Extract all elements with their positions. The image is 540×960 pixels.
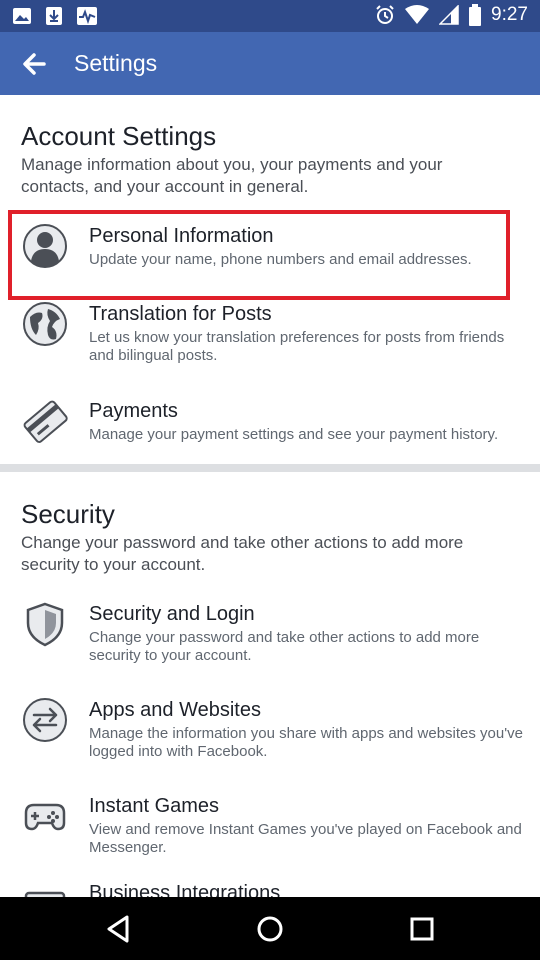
settings-item-instant-games[interactable]: Instant Games View and remove Instant Ga… — [0, 787, 540, 877]
settings-item-description: Update your name, phone numbers and emai… — [89, 251, 472, 268]
settings-item-payments[interactable]: Payments Manage your payment settings an… — [0, 390, 540, 460]
security-description: Change your password and take other acti… — [21, 533, 464, 574]
home-circle-icon — [257, 916, 283, 942]
settings-item-title: Personal Information — [89, 225, 274, 247]
settings-item-title: Security and Login — [89, 603, 255, 625]
settings-item-translation-for-posts[interactable]: Translation for Posts Let us know your t… — [0, 295, 540, 385]
settings-item-description: Change your password and take other acti… — [89, 629, 480, 664]
nav-recents-button[interactable] — [404, 911, 440, 947]
battery-icon — [469, 4, 482, 26]
security-heading: Security — [21, 499, 115, 529]
nav-back-button[interactable] — [100, 911, 136, 947]
settings-item-title: Instant Games — [89, 795, 220, 817]
activity-icon — [77, 7, 97, 25]
image-icon — [13, 8, 31, 24]
gamepad-icon — [24, 803, 66, 831]
nav-home-button[interactable] — [252, 911, 288, 947]
status-bar: 9:27 — [0, 0, 540, 32]
credit-card-icon — [23, 400, 68, 443]
wifi-icon — [405, 5, 430, 24]
swap-arrows-icon — [23, 698, 67, 742]
business-icon — [24, 891, 66, 897]
settings-item-security-and-login[interactable]: Security and Login Change your password … — [0, 595, 540, 685]
arrow-left-icon — [23, 53, 46, 75]
settings-item-title: Business Integrations — [89, 882, 281, 897]
person-icon — [23, 224, 67, 268]
account-settings-heading: Account Settings — [21, 121, 217, 151]
settings-item-description: Let us know your translation preferences… — [89, 329, 505, 364]
settings-item-description: View and remove Instant Games you've pla… — [89, 821, 522, 856]
settings-item-title: Translation for Posts — [89, 303, 272, 325]
navigation-bar — [0, 897, 540, 960]
back-button[interactable] — [20, 50, 54, 78]
settings-item-title: Apps and Websites — [89, 699, 261, 721]
page-title: Settings — [74, 50, 158, 76]
settings-item-description: Manage the information you share with ap… — [89, 725, 523, 760]
settings-list[interactable]: Account Settings Manage information abou… — [0, 95, 540, 897]
download-icon — [46, 7, 62, 25]
settings-item-title: Payments — [89, 400, 178, 422]
globe-icon — [23, 302, 67, 346]
signal-icon — [439, 5, 459, 25]
settings-item-apps-and-websites[interactable]: Apps and Websites Manage the information… — [0, 691, 540, 781]
alarm-icon — [376, 5, 394, 24]
settings-item-description: Manage your payment settings and see you… — [89, 426, 499, 443]
recents-square-icon — [410, 917, 434, 941]
settings-item-business-integrations[interactable]: Business Integrations — [0, 882, 540, 897]
status-time: 9:27 — [491, 4, 528, 25]
section-divider — [0, 464, 540, 472]
shield-icon — [26, 602, 64, 647]
app-bar: Settings — [0, 32, 540, 95]
settings-item-personal-information[interactable]: Personal Information Update your name, p… — [0, 215, 540, 295]
account-settings-description: Manage information about you, your payme… — [21, 155, 443, 196]
back-triangle-icon — [107, 915, 129, 943]
